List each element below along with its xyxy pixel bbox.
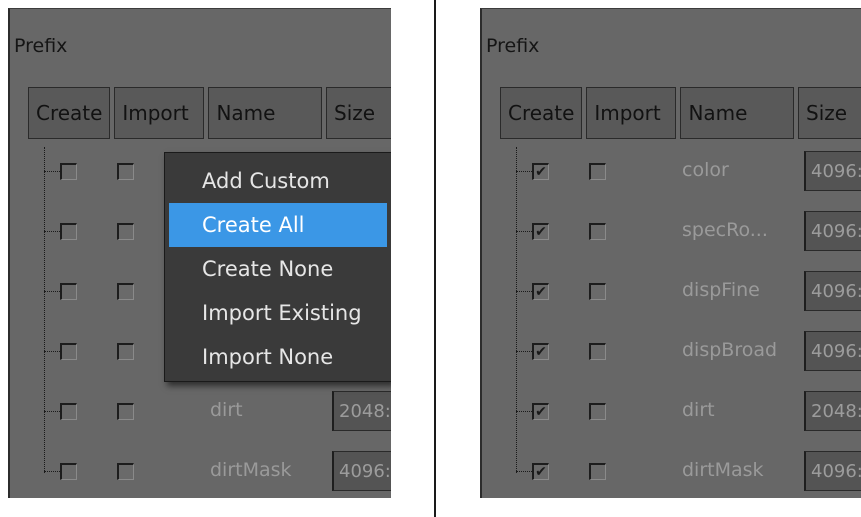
import-checkbox[interactable]	[589, 163, 606, 180]
tree-branch	[516, 171, 532, 172]
table-row: ✔ dirtMask 4096:	[482, 441, 861, 498]
texture-name: dispBroad	[682, 339, 778, 361]
table-row: ✔ specRo... 4096:	[482, 201, 861, 261]
texture-panel-left: Prefix Create Import Name Size dirt 2048…	[8, 8, 391, 498]
import-checkbox[interactable]	[117, 283, 134, 300]
size-field[interactable]: 2048:	[804, 391, 861, 431]
tree-branch	[44, 471, 60, 472]
column-header-create[interactable]: Create	[28, 87, 111, 139]
menu-item-add-custom[interactable]: Add Custom	[165, 159, 391, 203]
column-header-size[interactable]: Size	[326, 87, 391, 139]
column-header-size[interactable]: Size	[798, 87, 861, 139]
table-header: Create Import Name Size	[28, 87, 391, 141]
create-checkbox[interactable]: ✔	[532, 343, 549, 360]
create-checkbox[interactable]: ✔	[532, 463, 549, 480]
size-field[interactable]: 2048:	[332, 391, 391, 431]
tree-branch	[44, 291, 60, 292]
create-checkbox[interactable]: ✔	[532, 283, 549, 300]
texture-name: dirtMask	[210, 459, 292, 481]
import-checkbox[interactable]	[589, 463, 606, 480]
table-row: ✔ dirt 2048:	[482, 381, 861, 441]
import-checkbox[interactable]	[117, 343, 134, 360]
size-field[interactable]: 4096:	[804, 451, 861, 491]
column-header-import[interactable]: Import	[114, 87, 205, 139]
texture-name: dirt	[682, 399, 715, 421]
size-field[interactable]: 4096:	[804, 331, 861, 371]
create-checkbox[interactable]	[60, 283, 77, 300]
create-checkbox[interactable]	[60, 463, 77, 480]
create-checkbox[interactable]: ✔	[532, 223, 549, 240]
texture-table: ✔ color 4096: ✔ specRo... 4096: ✔ dispFi…	[482, 141, 861, 498]
create-checkbox[interactable]	[60, 223, 77, 240]
size-field[interactable]: 4096:	[804, 211, 861, 251]
import-checkbox[interactable]	[589, 403, 606, 420]
size-field[interactable]: 4096:	[332, 451, 391, 491]
panel-divider	[434, 0, 436, 517]
table-header: Create Import Name Size	[500, 87, 861, 141]
texture-name: specRo...	[682, 219, 768, 241]
menu-item-create-all[interactable]: Create All	[169, 203, 387, 247]
import-checkbox[interactable]	[589, 343, 606, 360]
tree-branch	[44, 171, 60, 172]
tree-branch	[516, 291, 532, 292]
tree-branch	[44, 231, 60, 232]
prefix-label: Prefix	[14, 35, 68, 57]
texture-name: dirt	[210, 399, 243, 421]
size-field[interactable]: 4096:	[804, 151, 861, 191]
create-checkbox[interactable]: ✔	[532, 403, 549, 420]
texture-name: dirtMask	[682, 459, 764, 481]
import-checkbox[interactable]	[117, 163, 134, 180]
table-row: ✔ dispFine 4096:	[482, 261, 861, 321]
import-checkbox[interactable]	[117, 463, 134, 480]
column-header-import[interactable]: Import	[586, 87, 677, 139]
create-checkbox[interactable]	[60, 163, 77, 180]
tree-branch	[516, 351, 532, 352]
texture-name: dispFine	[682, 279, 760, 301]
table-row: ✔ color 4096:	[482, 141, 861, 201]
create-checkbox[interactable]	[60, 403, 77, 420]
import-checkbox[interactable]	[117, 403, 134, 420]
table-row: dirtMask 4096:	[10, 441, 391, 498]
column-header-create[interactable]: Create	[500, 87, 583, 139]
menu-item-import-existing[interactable]: Import Existing	[165, 291, 391, 335]
prefix-label: Prefix	[486, 35, 540, 57]
tree-branch	[516, 411, 532, 412]
texture-panel-right: Prefix Create Import Name Size ✔ color 4…	[480, 8, 861, 498]
context-menu: Add Custom Create All Create None Import…	[164, 152, 391, 382]
tree-branch	[44, 411, 60, 412]
import-checkbox[interactable]	[117, 223, 134, 240]
tree-branch	[44, 351, 60, 352]
column-header-name[interactable]: Name	[208, 87, 323, 139]
menu-item-create-none[interactable]: Create None	[165, 247, 391, 291]
tree-branch	[516, 231, 532, 232]
column-header-name[interactable]: Name	[680, 87, 795, 139]
import-checkbox[interactable]	[589, 283, 606, 300]
table-row: dirt 2048:	[10, 381, 391, 441]
create-checkbox[interactable]: ✔	[532, 163, 549, 180]
create-checkbox[interactable]	[60, 343, 77, 360]
size-field[interactable]: 4096:	[804, 271, 861, 311]
table-row: ✔ dispBroad 4096:	[482, 321, 861, 381]
texture-name: color	[682, 159, 729, 181]
import-checkbox[interactable]	[589, 223, 606, 240]
menu-item-import-none[interactable]: Import None	[165, 335, 391, 379]
tree-branch	[516, 471, 532, 472]
